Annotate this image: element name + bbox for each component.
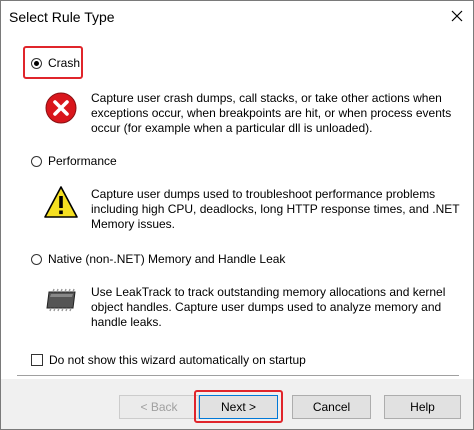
- close-button[interactable]: [443, 4, 471, 28]
- memory-chip-icon: [46, 288, 76, 312]
- button-bar: < Back Next > Cancel Help: [1, 379, 473, 429]
- dialog-title: Select Rule Type: [9, 9, 115, 25]
- footer-separator: [17, 375, 459, 377]
- startup-checkbox-label: Do not show this wizard automatically on…: [49, 353, 306, 367]
- native-memory-leak-description: Use LeakTrack to track outstanding memor…: [91, 285, 446, 329]
- performance-option[interactable]: Performance: [31, 152, 117, 170]
- crash-label: Crash: [48, 56, 81, 70]
- title-bar: Select Rule Type: [1, 1, 473, 33]
- native-memory-leak-label: Native (non-.NET) Memory and Handle Leak: [48, 252, 286, 266]
- startup-checkbox[interactable]: [31, 354, 43, 366]
- close-icon: [451, 10, 463, 22]
- performance-label: Performance: [48, 154, 117, 168]
- native-memory-leak-option[interactable]: Native (non-.NET) Memory and Handle Leak: [31, 250, 285, 268]
- startup-checkbox-row[interactable]: Do not show this wizard automatically on…: [31, 351, 306, 369]
- native-memory-leak-radio[interactable]: [31, 253, 42, 265]
- performance-radio[interactable]: [31, 155, 42, 167]
- select-rule-type-dialog: Select Rule Type Crash Capture user cras…: [0, 0, 474, 430]
- warning-icon: [44, 186, 78, 218]
- back-button[interactable]: < Back: [119, 395, 199, 419]
- crash-radio[interactable]: [31, 57, 42, 69]
- performance-description: Capture user dumps used to troubleshoot …: [91, 187, 460, 231]
- error-icon: [45, 92, 77, 124]
- next-button[interactable]: Next >: [199, 395, 278, 419]
- crash-description: Capture user crash dumps, call stacks, o…: [91, 91, 452, 135]
- crash-option[interactable]: Crash: [31, 54, 80, 72]
- help-button[interactable]: Help: [384, 395, 461, 419]
- cancel-button[interactable]: Cancel: [292, 395, 371, 419]
